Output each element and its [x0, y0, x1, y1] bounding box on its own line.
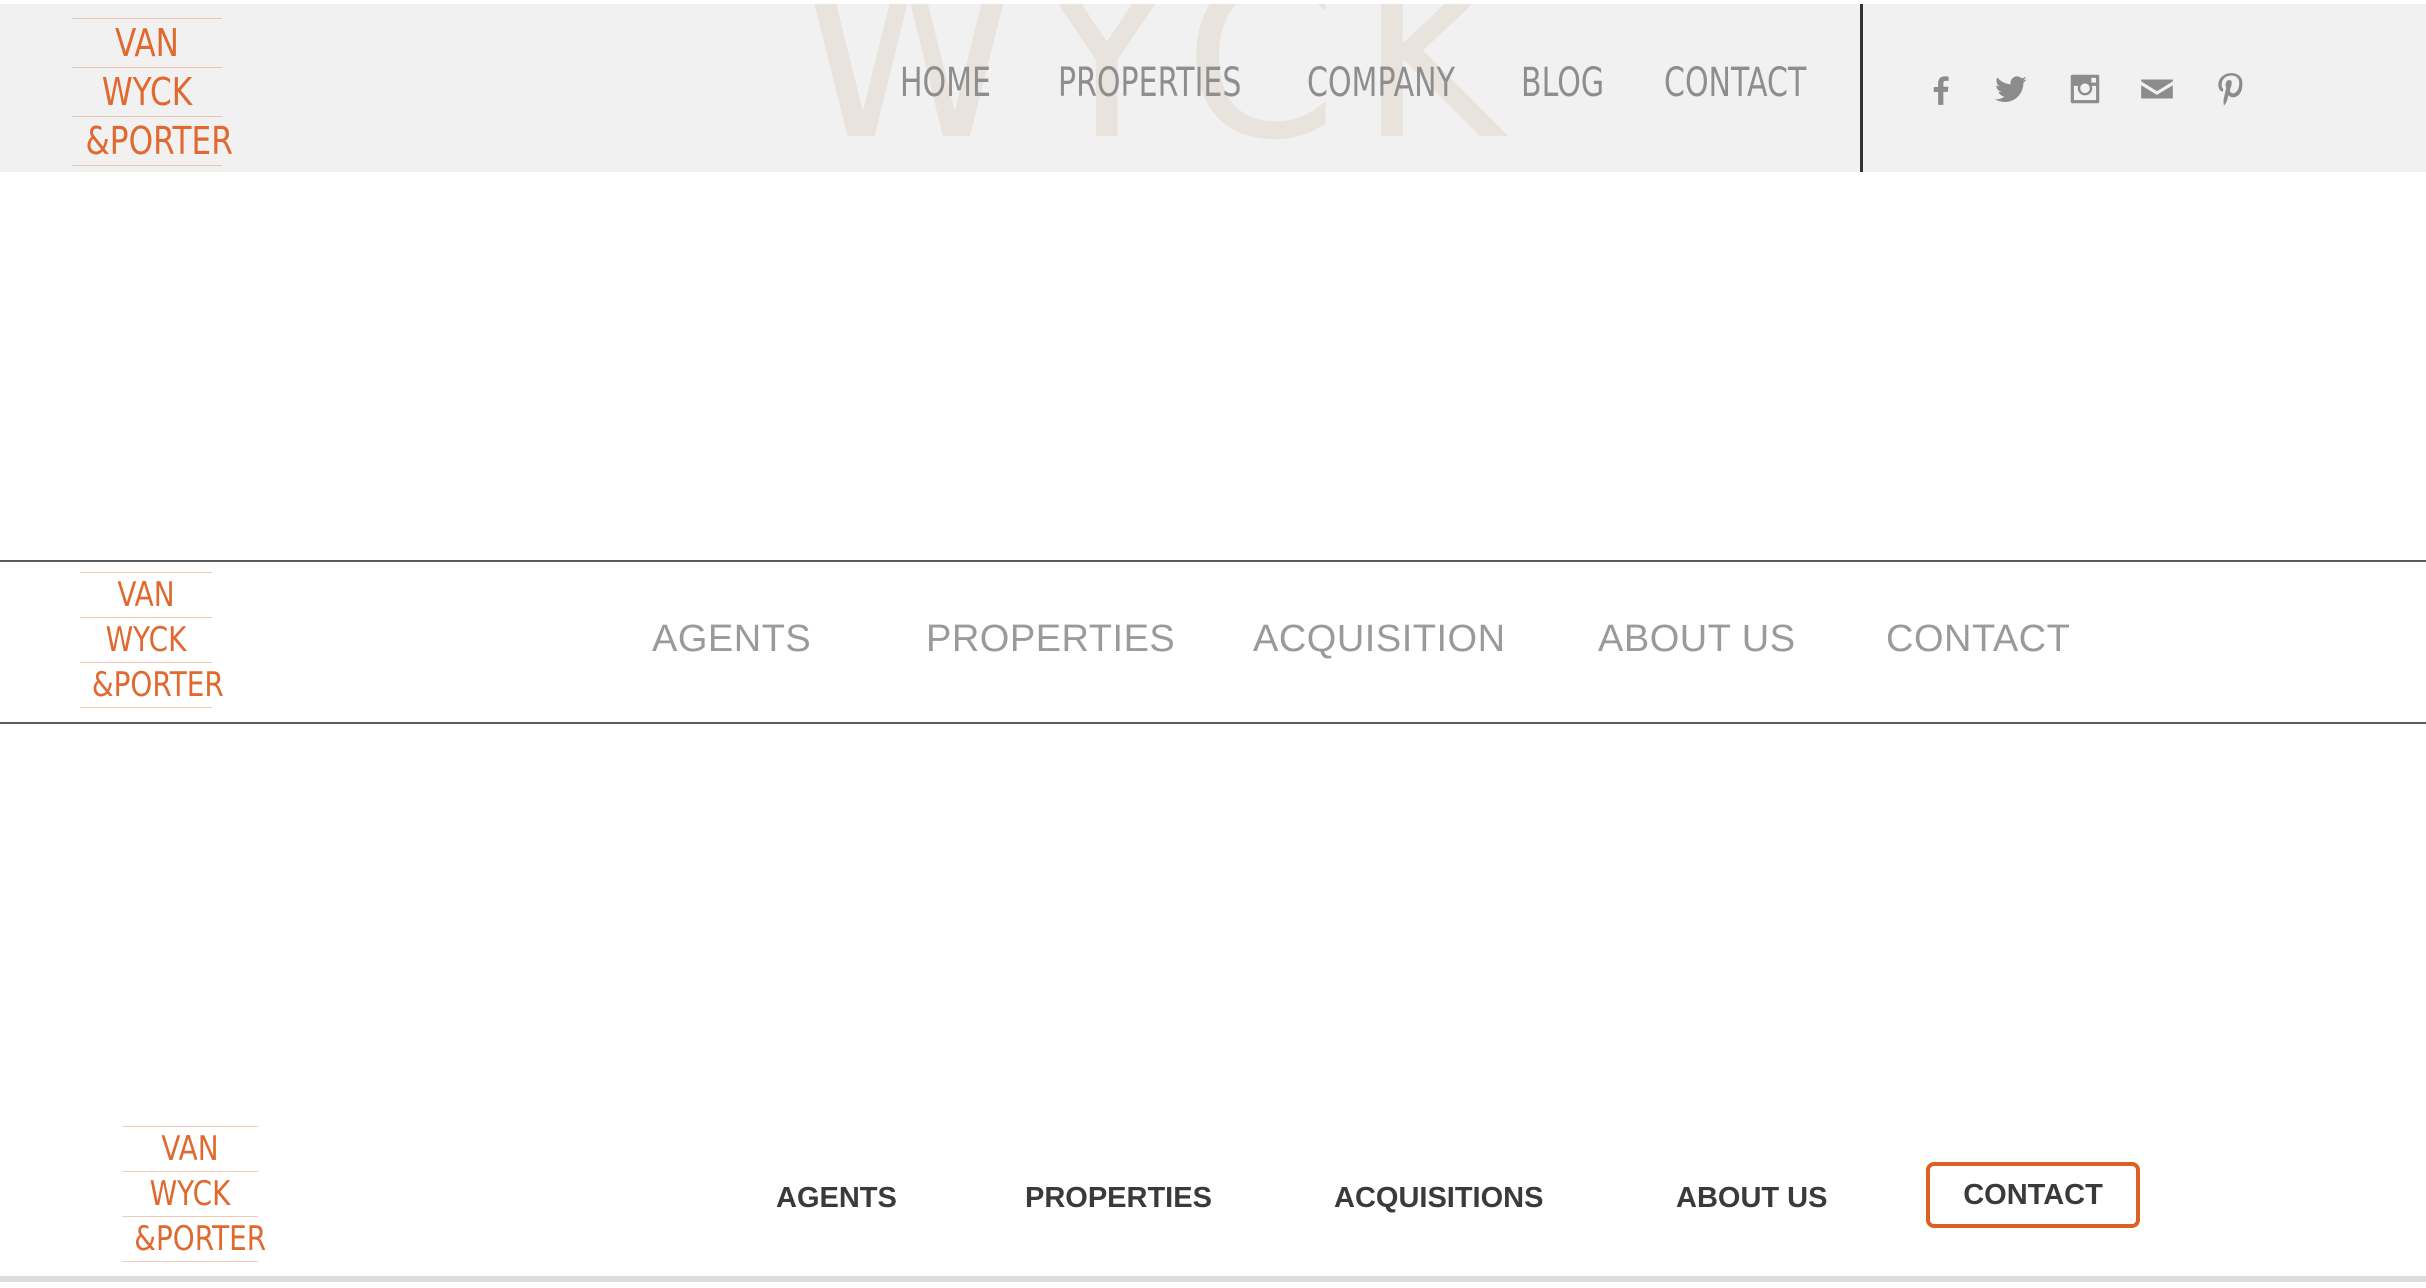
logo-line-wyck: WYCK — [105, 620, 187, 660]
logo[interactable]: VAN WYCK &PORTER — [122, 1126, 267, 1262]
nav-about-us[interactable]: ABOUT US — [1676, 1182, 1827, 1215]
mail-icon[interactable] — [2138, 70, 2176, 108]
header-v1: WYCK VAN WYCK &PORTER HOME PROPERTIES CO… — [0, 4, 2426, 172]
nav-divider — [1860, 4, 1863, 172]
logo-line-van: VAN — [161, 1129, 219, 1169]
logo-rule — [80, 707, 212, 708]
logo-rule — [122, 1171, 258, 1172]
logo-line-porter: &PORTER — [85, 119, 233, 163]
logo-rule — [72, 67, 222, 68]
nav-agents[interactable]: AGENTS — [776, 1182, 897, 1215]
logo-rule — [80, 572, 212, 573]
facebook-icon[interactable] — [1922, 70, 1960, 108]
logo-rule — [122, 1261, 258, 1262]
nav-about-us[interactable]: ABOUT US — [1598, 618, 1796, 661]
logo[interactable]: VAN WYCK &PORTER — [72, 18, 233, 166]
contact-button[interactable]: CONTACT — [1926, 1162, 2140, 1228]
instagram-icon[interactable] — [2066, 70, 2104, 108]
logo[interactable]: VAN WYCK &PORTER — [80, 572, 224, 708]
nav-acquisitions[interactable]: ACQUISITIONS — [1334, 1182, 1543, 1215]
logo-rule — [80, 617, 212, 618]
nav-agents[interactable]: AGENTS — [652, 618, 811, 661]
logo-line-porter: &PORTER — [134, 1219, 267, 1259]
logo-rule — [80, 662, 212, 663]
logo-line-van: VAN — [115, 21, 179, 65]
logo-line-van: VAN — [117, 575, 175, 615]
page-bottom-border — [0, 1276, 2426, 1282]
logo-rule — [72, 165, 222, 166]
logo-line-wyck: WYCK — [149, 1174, 231, 1214]
logo-line-wyck: WYCK — [101, 70, 193, 114]
nav-properties[interactable]: PROPERTIES — [1058, 60, 1241, 106]
nav-contact[interactable]: CONTACT — [1664, 60, 1806, 106]
nav-home[interactable]: HOME — [900, 60, 991, 106]
nav-company[interactable]: COMPANY — [1307, 60, 1455, 106]
logo-rule — [122, 1126, 258, 1127]
twitter-icon[interactable] — [1992, 70, 2030, 108]
nav-acquisition[interactable]: ACQUISITION — [1253, 618, 1506, 661]
nav-properties[interactable]: PROPERTIES — [926, 618, 1175, 661]
nav-blog[interactable]: BLOG — [1521, 60, 1604, 106]
logo-rule — [72, 116, 222, 117]
logo-rule — [72, 18, 222, 19]
nav-top-border — [0, 560, 2426, 562]
logo-line-porter: &PORTER — [91, 665, 224, 705]
nav-contact[interactable]: CONTACT — [1886, 618, 2070, 661]
nav-properties[interactable]: PROPERTIES — [1025, 1182, 1212, 1215]
logo-rule — [122, 1216, 258, 1217]
pinterest-icon[interactable] — [2212, 70, 2250, 108]
nav-bottom-border — [0, 722, 2426, 724]
